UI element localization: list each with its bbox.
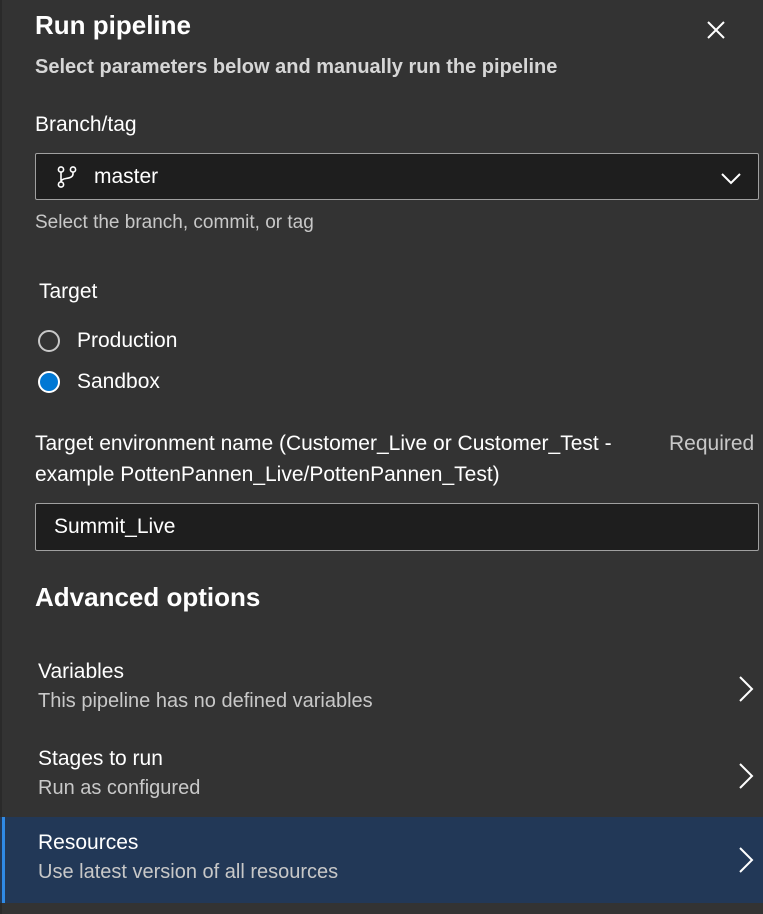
branch-dropdown[interactable]: master — [35, 153, 759, 200]
environment-label-line1: Target environment name (Customer_Live o… — [35, 432, 612, 455]
branch-value: master — [94, 165, 159, 188]
chevron-down-icon — [721, 173, 741, 185]
branch-hint: Select the branch, commit, or tag — [35, 212, 314, 233]
radio-circle-sandbox[interactable] — [38, 371, 60, 393]
option-resources-description: Use latest version of all resources — [38, 861, 339, 883]
option-variables-title: Variables — [38, 660, 124, 683]
option-stages-description: Run as configured — [38, 777, 201, 799]
run-pipeline-panel: Run pipeline Select parameters below and… — [0, 0, 763, 914]
option-variables[interactable]: Variables This pipeline has no defined v… — [0, 646, 763, 732]
radio-label-production: Production — [77, 329, 178, 352]
environment-label-line2: example PottenPannen_Live/PottenPannen_T… — [35, 463, 500, 486]
environment-name-input[interactable] — [35, 503, 759, 551]
option-stages-to-run[interactable]: Stages to run Run as configured — [0, 733, 763, 819]
target-label: Target — [39, 280, 98, 303]
chevron-right-icon — [739, 676, 754, 702]
panel-title: Run pipeline — [35, 10, 191, 40]
panel-subtitle: Select parameters below and manually run… — [35, 56, 558, 78]
option-resources-title: Resources — [38, 831, 139, 854]
radio-circle-production[interactable] — [38, 330, 60, 352]
close-button[interactable] — [700, 14, 732, 46]
radio-production[interactable]: Production — [38, 325, 177, 357]
option-variables-description: This pipeline has no defined variables — [38, 690, 373, 712]
radio-sandbox[interactable]: Sandbox — [38, 366, 160, 398]
option-resources[interactable]: Resources Use latest version of all reso… — [0, 817, 763, 903]
advanced-options-title: Advanced options — [35, 582, 261, 612]
required-indicator: Required — [669, 432, 755, 455]
option-stages-title: Stages to run — [38, 747, 163, 770]
branch-icon — [57, 166, 77, 188]
branch-tag-label: Branch/tag — [35, 113, 137, 136]
close-icon — [707, 21, 725, 39]
chevron-right-icon — [739, 763, 754, 789]
radio-label-sandbox: Sandbox — [77, 370, 160, 393]
chevron-right-icon — [739, 847, 754, 873]
